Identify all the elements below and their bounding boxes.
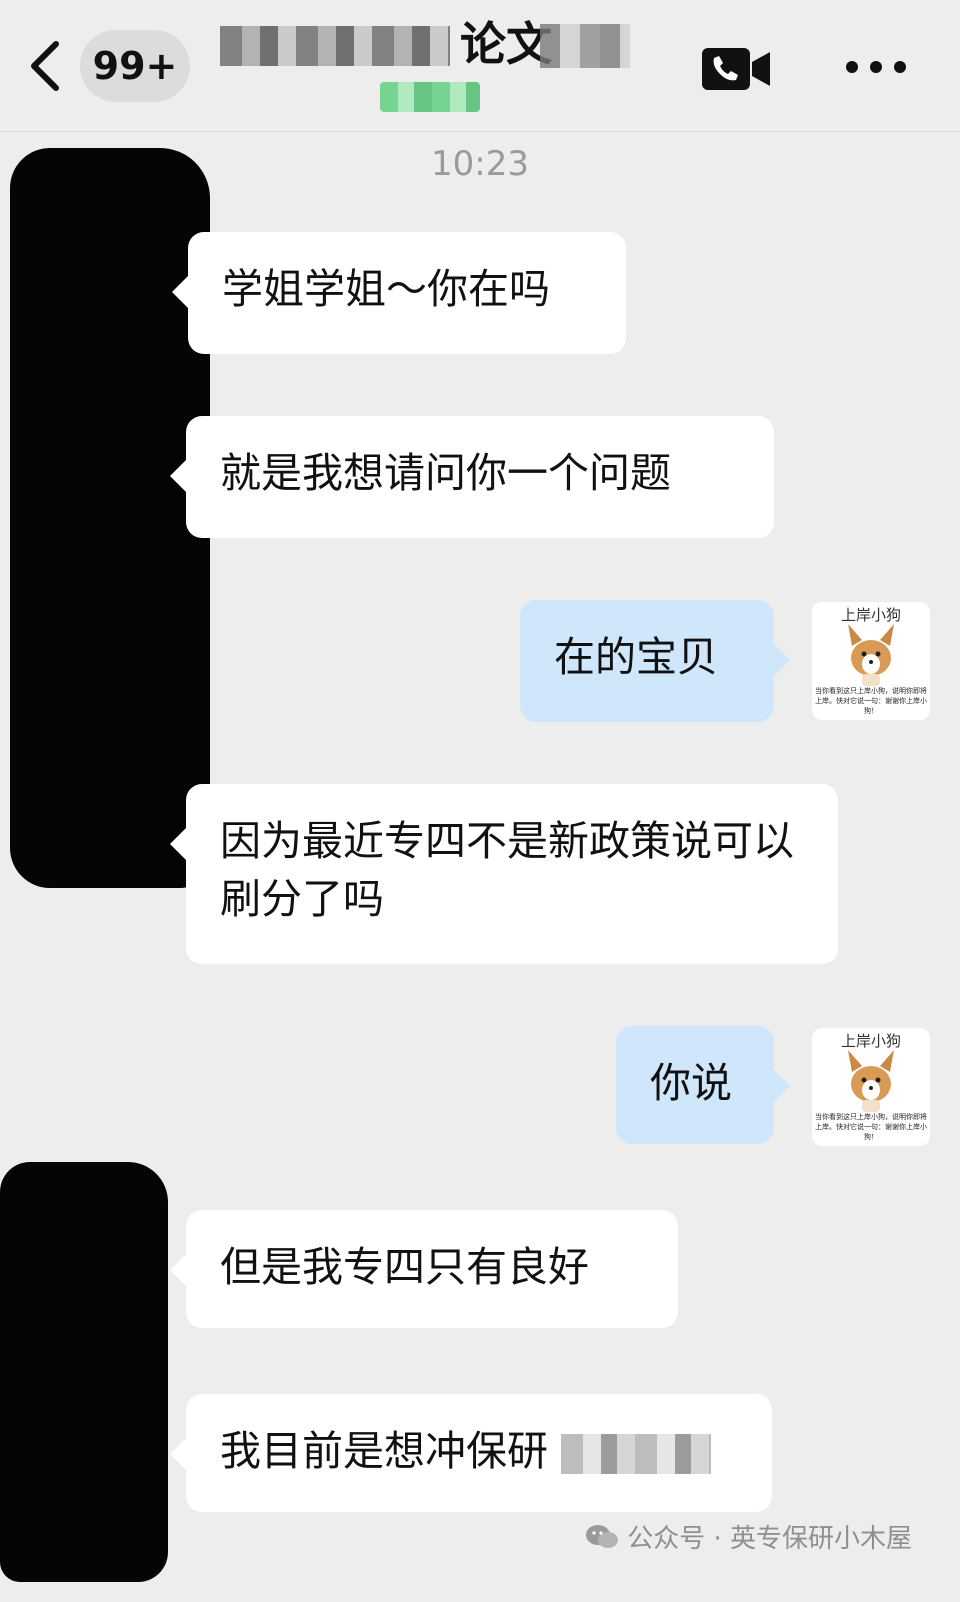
message-bubble-outgoing[interactable]: 你说 [616, 1026, 790, 1144]
message-text: 但是我专四只有良好 [220, 1243, 589, 1291]
more-button[interactable] [840, 52, 912, 82]
back-button[interactable] [22, 36, 72, 96]
unread-count-badge[interactable]: 99+ [80, 30, 190, 102]
wechat-icon [586, 1524, 619, 1548]
sender-avatar-redaction [10, 148, 210, 888]
title-redaction-right [540, 24, 630, 68]
message-bubble-incoming[interactable]: 学姐学姐～你在吗 [172, 232, 626, 354]
message-text: 学姐学姐～你在吗 [222, 265, 550, 313]
video-call-icon [702, 48, 770, 90]
message-bubble-incoming[interactable]: 我目前是想冲保研 [170, 1394, 772, 1512]
message-bubble-incoming[interactable]: 因为最近专四不是新政策说可以刷分了吗 [170, 784, 838, 964]
chat-title: 论文 [220, 14, 640, 74]
message-bubble-outgoing[interactable]: 在的宝贝 [520, 600, 790, 722]
message-text: 我目前是想冲保研 [220, 1427, 548, 1475]
title-redaction [220, 26, 450, 66]
message-text: 你说 [650, 1059, 732, 1107]
watermark-text: 公众号 · 英专保研小木屋 [627, 1524, 912, 1554]
sender-avatar-redaction [0, 1162, 168, 1582]
video-call-button[interactable] [700, 44, 772, 94]
chevron-left-icon [31, 41, 59, 91]
chat-title-text: 论文 [460, 17, 552, 71]
chat-header: 99+ 论文 [0, 0, 960, 132]
subtitle-redaction [380, 82, 480, 118]
message-text: 在的宝贝 [554, 633, 718, 681]
avatar-caption: 当你看到这只上岸小狗，说明你即将上岸。快对它说一句：谢谢你上岸小狗！ [815, 1113, 927, 1141]
self-avatar[interactable]: 上岸小狗 当你看到这只上岸小狗，说明你即将上岸。快对它说一句：谢谢你上岸小狗！ [812, 602, 930, 720]
text-redaction [561, 1434, 712, 1474]
watermark: 公众号 · 英专保研小木屋 [585, 1518, 912, 1555]
message-bubble-incoming[interactable]: 但是我专四只有良好 [170, 1210, 678, 1328]
message-text: 因为最近专四不是新政策说可以刷分了吗 [220, 817, 794, 923]
message-bubble-incoming[interactable]: 就是我想请问你一个问题 [170, 416, 774, 538]
self-avatar[interactable]: 上岸小狗 当你看到这只上岸小狗，说明你即将上岸。快对它说一句：谢谢你上岸小狗！ [812, 1028, 930, 1146]
message-text: 就是我想请问你一个问题 [220, 449, 671, 497]
avatar-caption: 当你看到这只上岸小狗，说明你即将上岸。快对它说一句：谢谢你上岸小狗！ [815, 687, 927, 715]
more-dots-icon [846, 61, 906, 73]
